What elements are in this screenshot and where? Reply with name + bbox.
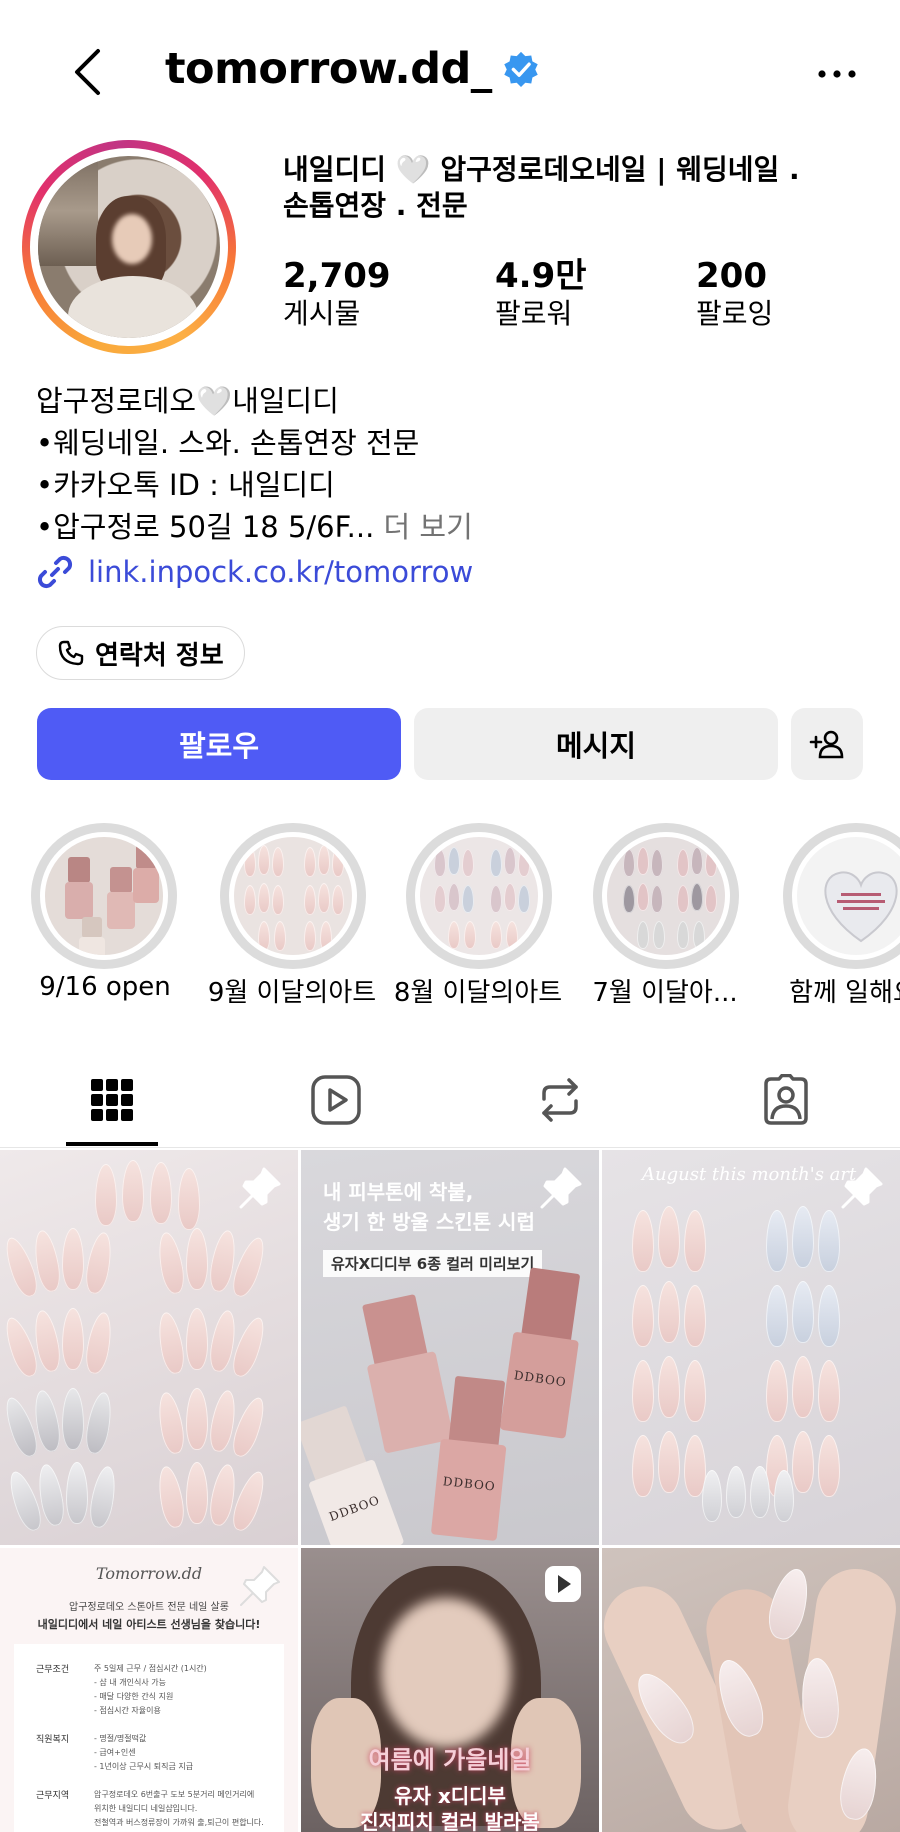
post-grid: 내 피부톤에 착붙, 생기 한 방울 스킨톤 시럽 유자X디디부 6종 컬러 미… [0, 1150, 900, 1832]
highlight-label: 8월 이달의아트 [393, 978, 563, 1008]
stat-following[interactable]: 200 팔로잉 [696, 256, 773, 332]
message-button[interactable]: 메시지 [414, 708, 778, 780]
post-tag: 유자X디디부 6종 컬러 미리보기 [323, 1250, 543, 1277]
contact-info-label: 연락처 정보 [95, 640, 224, 671]
post-thumbnail[interactable] [602, 1548, 900, 1832]
profile-tabs [0, 1052, 900, 1148]
followers-count: 4.9만 [495, 256, 587, 296]
bio-line: •웨딩네일. 스와. 손톱연장 전문 [36, 426, 420, 460]
post-heading-line: 내일디디에서 네일 아티스트 선생님을 찾습니다! [37, 1618, 261, 1631]
pin-icon [239, 1167, 281, 1209]
pin-icon [841, 1167, 883, 1209]
display-name-line-2: 손톱연장 . 전문 [283, 189, 468, 222]
post-overlay-text: 진저피치 컬러 발라봄 [360, 1810, 540, 1832]
bio-line: •압구정로 50길 18 5/6F... 더 보기 [36, 510, 473, 544]
highlight-label: 함께 일해요 [789, 978, 900, 1008]
username-text: tomorrow.dd_ [165, 44, 492, 94]
posts-label: 게시물 [283, 297, 361, 330]
heart-icon [824, 871, 898, 943]
add-person-icon [809, 730, 844, 759]
highlight-label: 9월 이달의아트 [207, 978, 377, 1008]
stat-followers[interactable]: 4.9만 팔로워 [495, 256, 587, 332]
profile-link[interactable]: link.inpock.co.kr/tomorrow [36, 553, 473, 591]
highlight-cover [792, 832, 900, 960]
contact-info-button[interactable]: 연락처 정보 [36, 626, 245, 680]
verified-badge-icon [504, 51, 538, 88]
post-thumbnail[interactable]: 내 피부톤에 착붙, 생기 한 방울 스킨톤 시럽 유자X디디부 6종 컬러 미… [301, 1150, 599, 1545]
bio-line: •카카오톡 ID : 내일디디 [36, 468, 335, 502]
post-thumbnail[interactable]: 여름에 가을네일 유자 x디디부 진저피치 컬러 발라봄 [301, 1548, 599, 1832]
chevron-left-icon [75, 49, 100, 95]
highlight-cover [40, 832, 168, 960]
post-info-card: 근무조건 주 5일제 근무 / 점심시간 (1시간) - 샵 내 개인식사 가능 -… [14, 1644, 284, 1832]
pin-icon [540, 1167, 582, 1209]
story-highlights: 9/16 open 9월 이달의아트 8월 이달의아트 7월 이달아... 함께… [0, 820, 900, 1020]
phone-icon [58, 640, 84, 666]
bio-line: 압구정로데오🤍내일디디 [36, 384, 339, 418]
followers-label: 팔로워 [495, 297, 573, 330]
following-label: 팔로잉 [696, 297, 774, 330]
post-thumbnail[interactable]: Tomorrow.dd 압구정로데오 스톤아트 전문 네일 살롱 내일디디에서 … [0, 1548, 298, 1832]
tab-reels[interactable] [306, 1070, 366, 1130]
link-icon [37, 555, 73, 589]
profile-stats: 2,709 게시물 4.9만 팔로워 200 팔로잉 [283, 256, 863, 336]
tab-tagged[interactable] [756, 1070, 816, 1130]
more-options-button[interactable] [812, 54, 862, 94]
following-count: 200 [696, 256, 767, 296]
profile-username: tomorrow.dd_ [165, 44, 540, 94]
more-horizontal-icon [818, 70, 856, 78]
post-overlay-text: 유자 x디디부 [394, 1784, 506, 1808]
tab-reposts[interactable] [530, 1070, 590, 1130]
highlight-cover [415, 832, 543, 960]
suggested-accounts-button[interactable] [791, 708, 863, 780]
post-caption-line: 내 피부톤에 착붙, [323, 1180, 474, 1204]
post-script-text: August this month's art [642, 1164, 857, 1185]
profile-link-text: link.inpock.co.kr/tomorrow [88, 555, 474, 589]
blurred-face [381, 1598, 511, 1748]
post-thumbnail[interactable]: August this month's art [602, 1150, 900, 1545]
highlight-label: 9/16 open [39, 972, 171, 1002]
tagged-person-icon [764, 1074, 808, 1125]
bio-more-link[interactable]: 더 보기 [384, 510, 473, 544]
highlight-label: 7월 이달아... [592, 978, 738, 1008]
pin-icon [240, 1566, 280, 1606]
highlight-cover [229, 832, 357, 960]
top-bar: tomorrow.dd_ [0, 0, 900, 150]
highlight-cover [602, 832, 730, 960]
reel-icon [545, 1566, 581, 1602]
post-caption-line: 생기 한 방울 스킨톤 시럽 [323, 1210, 535, 1234]
reels-play-icon [311, 1075, 361, 1125]
avatar [38, 156, 220, 338]
active-tab-indicator [66, 1142, 158, 1146]
post-thumbnail[interactable] [0, 1150, 298, 1545]
post-overlay-text: 여름에 가을네일 [368, 1746, 532, 1774]
tab-posts[interactable] [82, 1070, 142, 1130]
back-button[interactable] [62, 42, 112, 102]
posts-count: 2,709 [283, 256, 391, 296]
grid-icon [91, 1079, 133, 1121]
repost-icon [542, 1078, 578, 1122]
stat-posts[interactable]: 2,709 게시물 [283, 256, 391, 332]
display-name-line-1: 내일디디 🤍 압구정로데오네일 | 웨딩네일 . [283, 153, 800, 186]
story-ring[interactable] [22, 140, 236, 354]
follow-button[interactable]: 팔로우 [37, 708, 401, 780]
profile-display-name: 내일디디 🤍 압구정로데오네일 | 웨딩네일 . 손톱연장 . 전문 [283, 152, 863, 224]
profile-bio: 압구정로데오🤍내일디디 •웨딩네일. 스와. 손톱연장 전문 •카카오톡 ID … [36, 380, 856, 548]
